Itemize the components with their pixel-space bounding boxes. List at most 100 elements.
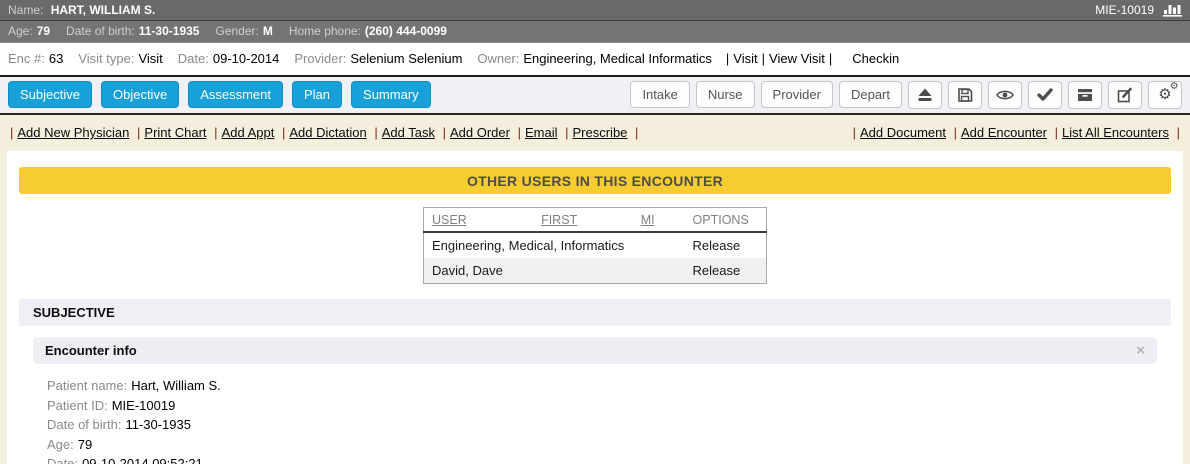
tab-assessment[interactable]: Assessment — [188, 81, 283, 108]
content-panel: OTHER USERS IN THIS ENCOUNTER USER FIRST… — [7, 151, 1183, 464]
sort-first-header[interactable]: FIRST — [541, 213, 577, 227]
home-phone-label: Home phone: — [289, 24, 361, 38]
tab-subjective[interactable]: Subjective — [8, 81, 92, 108]
archive-icon — [1077, 88, 1093, 102]
user-name-cell: David, Dave — [424, 258, 685, 284]
release-action[interactable]: Release — [685, 232, 767, 258]
home-phone-value: (260) 444-0099 — [365, 24, 447, 38]
pipe: | — [853, 125, 856, 140]
demographics-bar: Age:79 Date of birth:11-30-1935 Gender:M… — [0, 21, 1190, 42]
settings-button[interactable]: ⚙⚙ — [1148, 81, 1182, 109]
link-print-chart[interactable]: Print Chart — [144, 125, 206, 140]
eject-button[interactable] — [908, 81, 942, 109]
provider-value: Selenium Selenium — [350, 51, 462, 66]
save-button[interactable] — [948, 81, 982, 109]
pipe: | — [518, 125, 521, 140]
dob-line: Date of birth:11-30-1935 — [47, 415, 1183, 435]
checkin-status[interactable]: Checkin — [852, 51, 899, 66]
sort-mi-header[interactable]: MI — [641, 213, 655, 227]
encounter-info-title: Encounter info — [45, 343, 137, 358]
archive-button[interactable] — [1068, 81, 1102, 109]
users-table-wrap: USER FIRST MI OPTIONS Engineering, Medic… — [7, 207, 1183, 284]
chart-icon[interactable] — [1163, 3, 1182, 17]
users-table-header: USER FIRST MI OPTIONS — [424, 208, 767, 233]
release-action[interactable]: Release — [685, 258, 767, 284]
owner-value: Engineering, Medical Informatics — [523, 51, 712, 66]
owner-label: Owner: — [477, 51, 519, 66]
pipe: | — [374, 125, 377, 140]
patient-name: Name: HART, WILLIAM S. — [8, 3, 155, 17]
patient-title-bar: Name: HART, WILLIAM S. MIE-10019 — [0, 0, 1190, 21]
field-label: Patient name: — [47, 378, 127, 393]
gender-label: Gender: — [215, 24, 258, 38]
edit-button[interactable] — [1108, 81, 1142, 109]
pipe: | — [10, 125, 13, 140]
user-name-cell: Engineering, Medical, Informatics — [424, 232, 685, 258]
quick-links-right: | Add Document | Add Encounter | List All E… — [849, 125, 1184, 140]
tab-summary[interactable]: Summary — [351, 81, 431, 108]
quick-links-left: | Add New Physician | Print Chart | Add App… — [6, 125, 642, 140]
view-visit-link[interactable]: View Visit — [769, 51, 825, 66]
soap-tabs: Subjective Objective Assessment Plan Sum… — [8, 81, 431, 108]
link-add-dictation[interactable]: Add Dictation — [289, 125, 366, 140]
pipe: | — [1177, 125, 1180, 140]
save-icon — [957, 87, 973, 103]
edit-icon — [1117, 87, 1133, 103]
webchart-page: Name: HART, WILLIAM S. MIE-10019 Age:79 … — [0, 0, 1190, 464]
visit-type-value: Visit — [138, 51, 162, 66]
patient-name-label: Name: — [8, 3, 43, 17]
intake-button[interactable]: Intake — [630, 81, 689, 108]
pipe: | — [726, 51, 729, 66]
users-table: USER FIRST MI OPTIONS Engineering, Medic… — [423, 207, 767, 284]
link-prescribe[interactable]: Prescribe — [573, 125, 628, 140]
visit-link[interactable]: Visit — [733, 51, 757, 66]
nurse-button[interactable]: Nurse — [696, 81, 755, 108]
link-list-all-encounters[interactable]: List All Encounters — [1062, 125, 1169, 140]
field-value: 79 — [78, 437, 92, 452]
field-value: Hart, William S. — [131, 378, 221, 393]
stage-buttons: Intake Nurse Provider Depart — [630, 81, 1182, 109]
link-add-task[interactable]: Add Task — [382, 125, 435, 140]
pipe: | — [137, 125, 140, 140]
close-icon[interactable]: × — [1136, 343, 1145, 358]
provider-label: Provider: — [294, 51, 346, 66]
encounter-summary-bar: Enc #:63 Visit type:Visit Date:09-10-201… — [0, 43, 1190, 77]
tab-objective[interactable]: Objective — [101, 81, 179, 108]
pipe: | — [1055, 125, 1058, 140]
dob-label: Date of birth: — [66, 24, 135, 38]
pipe: | — [282, 125, 285, 140]
subjective-section-header: SUBJECTIVE — [19, 299, 1171, 326]
eye-icon — [996, 89, 1014, 101]
field-label: Date: — [47, 456, 78, 464]
enc-number-value: 63 — [49, 51, 63, 66]
link-email[interactable]: Email — [525, 125, 558, 140]
provider-button[interactable]: Provider — [761, 81, 833, 108]
table-row: Engineering, Medical, Informatics Releas… — [424, 232, 767, 258]
field-value: 09-10-2014 09:52:21 — [82, 456, 203, 464]
tab-plan[interactable]: Plan — [292, 81, 342, 108]
pipe: | — [214, 125, 217, 140]
link-add-order[interactable]: Add Order — [450, 125, 510, 140]
date-line: Date: 09-10-2014 09:52:21 — [47, 454, 1183, 464]
age-value: 79 — [37, 24, 50, 38]
sign-button[interactable] — [1028, 81, 1062, 109]
table-row: David, Dave Release — [424, 258, 767, 284]
toolbar: Subjective Objective Assessment Plan Sum… — [0, 77, 1190, 116]
field-label: Patient ID: — [47, 398, 108, 413]
depart-button[interactable]: Depart — [839, 81, 902, 108]
field-label: Age: — [47, 437, 74, 452]
pipe: | — [762, 51, 765, 66]
enc-date-value: 09-10-2014 — [213, 51, 280, 66]
link-add-document[interactable]: Add Document — [860, 125, 946, 140]
eject-icon — [917, 87, 933, 102]
encounter-info-header: Encounter info × — [33, 337, 1157, 364]
link-add-appt[interactable]: Add Appt — [222, 125, 275, 140]
link-add-encounter[interactable]: Add Encounter — [961, 125, 1047, 140]
link-add-new-physician[interactable]: Add New Physician — [17, 125, 129, 140]
pipe: | — [565, 125, 568, 140]
visit-type-label: Visit type: — [78, 51, 134, 66]
gears-icon: ⚙⚙ — [1158, 87, 1171, 102]
sort-user-header[interactable]: USER — [432, 213, 467, 227]
view-button[interactable] — [988, 81, 1022, 109]
options-header: OPTIONS — [685, 208, 767, 233]
